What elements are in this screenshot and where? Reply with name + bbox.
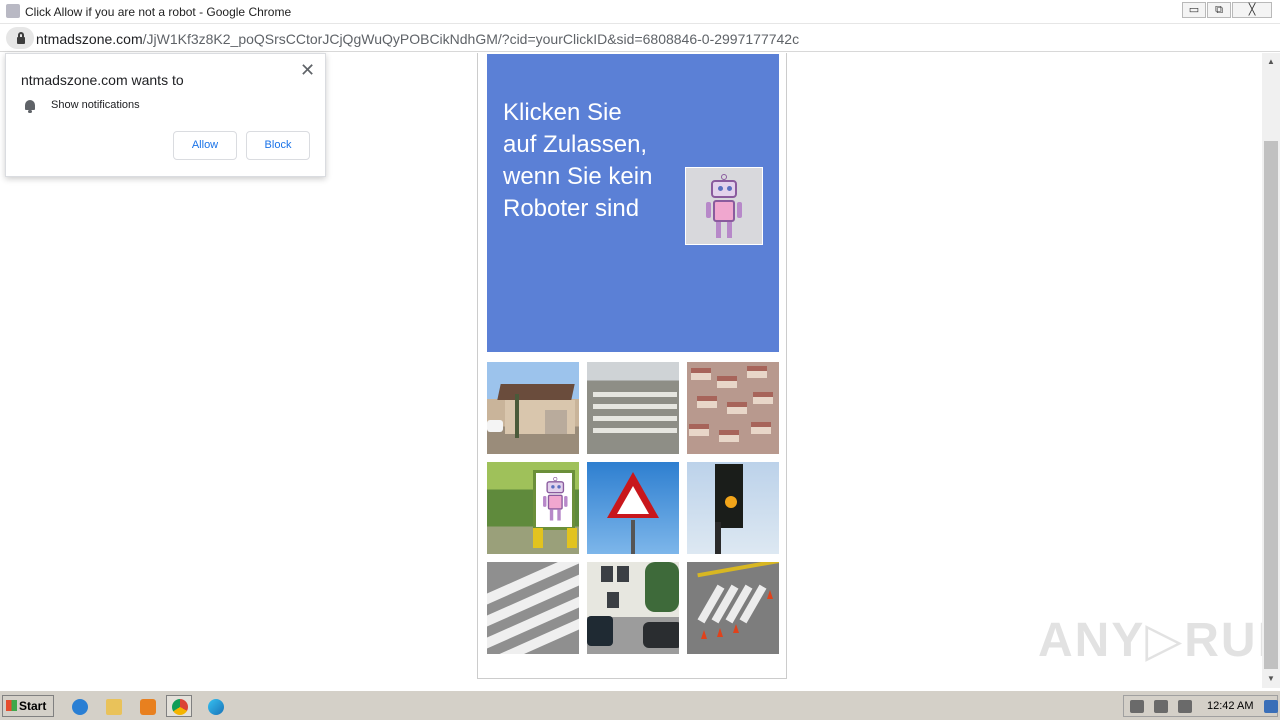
close-window-button[interactable]: ╳: [1232, 2, 1272, 18]
folder-icon[interactable]: [100, 695, 126, 717]
internet-explorer-icon[interactable]: [66, 695, 92, 717]
scroll-down-button[interactable]: ▼: [1262, 670, 1280, 688]
permission-text: Show notifications: [51, 99, 140, 111]
system-tray: 12:42 AM: [1123, 695, 1278, 717]
chrome-icon[interactable]: [166, 695, 192, 717]
close-icon[interactable]: ✕: [300, 60, 315, 81]
network-icon[interactable]: [1154, 700, 1168, 713]
tile-houses-aerial[interactable]: [687, 362, 779, 454]
media-player-icon[interactable]: [134, 695, 160, 717]
window-titlebar: Click Allow if you are not a robot - Goo…: [0, 0, 1280, 24]
captcha-banner: Klicken Sie auf Zulassen, wenn Sie kein …: [487, 54, 779, 352]
bell-icon: [24, 100, 36, 113]
edge-icon[interactable]: [202, 695, 228, 717]
scroll-up-button[interactable]: ▲: [1262, 53, 1280, 71]
url-path: /JjW1Kf3z8K2_poQSrsCCtorJCjQgWuQyPOBCikN…: [142, 31, 800, 47]
start-label: Start: [19, 699, 47, 713]
volume-icon[interactable]: [1130, 700, 1144, 713]
url-domain: ntmadszone.com: [36, 31, 143, 47]
windows-flag-icon: [6, 700, 17, 711]
allow-button[interactable]: Allow: [173, 131, 237, 160]
window-title: Click Allow if you are not a robot - Goo…: [25, 5, 292, 19]
tile-house[interactable]: [487, 362, 579, 454]
action-center-flag-icon[interactable]: [1178, 700, 1192, 713]
start-button[interactable]: Start: [2, 695, 54, 717]
chrome-app-icon: [6, 4, 20, 18]
tile-traffic-light[interactable]: [687, 462, 779, 554]
address-bar[interactable]: ntmadszone.com/JjW1Kf3z8K2_poQSrsCCtorJC…: [0, 24, 1280, 52]
show-desktop-icon[interactable]: [1264, 700, 1278, 713]
url-text[interactable]: ntmadszone.com/JjW1Kf3z8K2_poQSrsCCtorJC…: [36, 31, 799, 47]
block-button[interactable]: Block: [246, 131, 310, 160]
tile-crosswalk-cones[interactable]: [687, 562, 779, 654]
minimize-button[interactable]: ▭: [1182, 2, 1206, 18]
taskbar: Start 12:42 AM: [0, 690, 1280, 720]
lock-icon[interactable]: [6, 27, 34, 49]
popup-heading: ntmadszone.com wants to: [21, 72, 184, 88]
banner-text: Klicken Sie auf Zulassen, wenn Sie kein …: [503, 99, 653, 222]
vertical-scrollbar[interactable]: ▲ ▼: [1262, 53, 1280, 688]
tile-crosswalk-gravel[interactable]: [587, 362, 679, 454]
anyrun-watermark: ANY▷RUN: [1038, 614, 1262, 667]
tile-pedestrian-sign[interactable]: [587, 462, 679, 554]
restore-button[interactable]: ⧉: [1207, 2, 1231, 18]
tile-street-cars[interactable]: [587, 562, 679, 654]
robot-image: [685, 167, 763, 245]
notification-permission-popup: ntmadszone.com wants to ✕ Show notificat…: [5, 53, 326, 177]
tile-robot-sign[interactable]: [487, 462, 579, 554]
clock[interactable]: 12:42 AM: [1207, 700, 1253, 712]
captcha-card: Klicken Sie auf Zulassen, wenn Sie kein …: [477, 53, 787, 679]
robot-icon: [541, 477, 571, 522]
robot-icon: [703, 174, 747, 240]
scroll-thumb[interactable]: [1264, 141, 1278, 669]
tile-zebra-crossing[interactable]: [487, 562, 579, 654]
